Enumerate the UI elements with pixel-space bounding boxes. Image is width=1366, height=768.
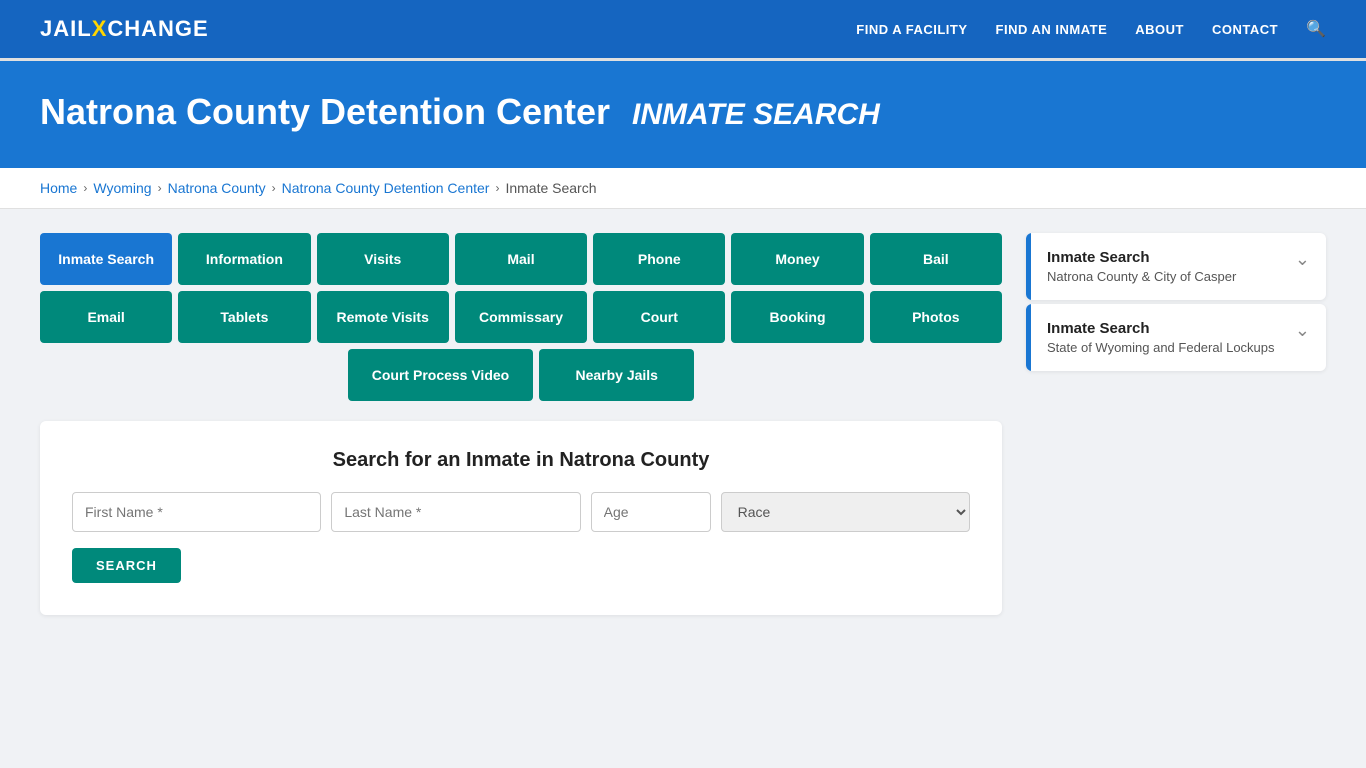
tab-money[interactable]: Money bbox=[731, 233, 863, 285]
sidebar-card-1: Inmate Search Natrona County & City of C… bbox=[1026, 233, 1326, 300]
logo-x: X bbox=[92, 16, 108, 42]
breadcrumb-county[interactable]: Natrona County bbox=[168, 180, 266, 196]
right-sidebar: Inmate Search Natrona County & City of C… bbox=[1026, 233, 1326, 375]
left-column: Inmate Search Information Visits Mail Ph… bbox=[40, 233, 1002, 615]
nav-find-inmate[interactable]: FIND AN INMATE bbox=[996, 22, 1108, 37]
tab-photos[interactable]: Photos bbox=[870, 291, 1002, 343]
facility-name: Natrona County Detention Center bbox=[40, 91, 610, 132]
sidebar-card-1-subtitle: Natrona County & City of Casper bbox=[1047, 269, 1236, 284]
breadcrumb-bar: Home › Wyoming › Natrona County › Natron… bbox=[0, 168, 1366, 209]
race-select[interactable]: Race White Black Hispanic Asian Other bbox=[721, 492, 970, 532]
breadcrumb-facility[interactable]: Natrona County Detention Center bbox=[282, 180, 490, 196]
tab-court-process-video[interactable]: Court Process Video bbox=[348, 349, 533, 401]
tab-remote-visits[interactable]: Remote Visits bbox=[317, 291, 449, 343]
logo[interactable]: JAILXCHANGE bbox=[40, 16, 209, 42]
sidebar-card-2-subtitle: State of Wyoming and Federal Lockups bbox=[1047, 340, 1275, 355]
tab-visits[interactable]: Visits bbox=[317, 233, 449, 285]
search-fields: Race White Black Hispanic Asian Other bbox=[72, 492, 970, 532]
search-icon[interactable]: 🔍 bbox=[1306, 19, 1326, 39]
logo-jail: JAIL bbox=[40, 16, 92, 42]
tabs-row-1: Inmate Search Information Visits Mail Ph… bbox=[40, 233, 1002, 285]
tab-court[interactable]: Court bbox=[593, 291, 725, 343]
nav-contact[interactable]: CONTACT bbox=[1212, 22, 1278, 37]
breadcrumb-sep-3: › bbox=[272, 181, 276, 195]
main-content: Inmate Search Information Visits Mail Ph… bbox=[0, 209, 1366, 639]
search-card: Search for an Inmate in Natrona County R… bbox=[40, 421, 1002, 615]
sidebar-card-1-text: Inmate Search Natrona County & City of C… bbox=[1047, 249, 1236, 284]
tab-email[interactable]: Email bbox=[40, 291, 172, 343]
hero-section: Natrona County Detention Center INMATE S… bbox=[0, 61, 1366, 168]
tab-inmate-search[interactable]: Inmate Search bbox=[40, 233, 172, 285]
nav-find-facility[interactable]: FIND A FACILITY bbox=[856, 22, 967, 37]
tab-bail[interactable]: Bail bbox=[870, 233, 1002, 285]
tabs-row-2: Email Tablets Remote Visits Commissary C… bbox=[40, 291, 1002, 343]
tabs-row-3: Court Process Video Nearby Jails bbox=[40, 349, 1002, 401]
age-input[interactable] bbox=[591, 492, 711, 532]
breadcrumb-sep-1: › bbox=[83, 181, 87, 195]
search-title: Search for an Inmate in Natrona County bbox=[72, 449, 970, 472]
nav-about[interactable]: ABOUT bbox=[1135, 22, 1184, 37]
search-button[interactable]: SEARCH bbox=[72, 548, 181, 583]
sidebar-card-2-title: Inmate Search bbox=[1047, 320, 1275, 337]
tab-nearby-jails[interactable]: Nearby Jails bbox=[539, 349, 694, 401]
tab-commissary[interactable]: Commissary bbox=[455, 291, 587, 343]
breadcrumb-current: Inmate Search bbox=[505, 180, 596, 196]
breadcrumb-sep-4: › bbox=[495, 181, 499, 195]
breadcrumb-sep-2: › bbox=[158, 181, 162, 195]
tab-mail[interactable]: Mail bbox=[455, 233, 587, 285]
logo-exchange: CHANGE bbox=[107, 16, 208, 42]
first-name-input[interactable] bbox=[72, 492, 321, 532]
main-nav: FIND A FACILITY FIND AN INMATE ABOUT CON… bbox=[856, 19, 1326, 39]
sidebar-card-2-header[interactable]: Inmate Search State of Wyoming and Feder… bbox=[1026, 304, 1326, 371]
tab-tablets[interactable]: Tablets bbox=[178, 291, 310, 343]
chevron-down-icon-1: ⌄ bbox=[1295, 249, 1310, 270]
last-name-input[interactable] bbox=[331, 492, 580, 532]
page-title: Natrona County Detention Center INMATE S… bbox=[40, 91, 1326, 133]
header: JAILXCHANGE FIND A FACILITY FIND AN INMA… bbox=[0, 0, 1366, 58]
page-subtitle: INMATE SEARCH bbox=[632, 98, 880, 131]
breadcrumb-home[interactable]: Home bbox=[40, 180, 77, 196]
sidebar-card-2-text: Inmate Search State of Wyoming and Feder… bbox=[1047, 320, 1275, 355]
tab-phone[interactable]: Phone bbox=[593, 233, 725, 285]
tab-information[interactable]: Information bbox=[178, 233, 310, 285]
sidebar-card-2: Inmate Search State of Wyoming and Feder… bbox=[1026, 304, 1326, 371]
breadcrumb: Home › Wyoming › Natrona County › Natron… bbox=[40, 180, 1326, 196]
chevron-down-icon-2: ⌄ bbox=[1295, 320, 1310, 341]
sidebar-card-1-header[interactable]: Inmate Search Natrona County & City of C… bbox=[1026, 233, 1326, 300]
sidebar-card-1-title: Inmate Search bbox=[1047, 249, 1236, 266]
breadcrumb-wyoming[interactable]: Wyoming bbox=[93, 180, 151, 196]
tab-booking[interactable]: Booking bbox=[731, 291, 863, 343]
